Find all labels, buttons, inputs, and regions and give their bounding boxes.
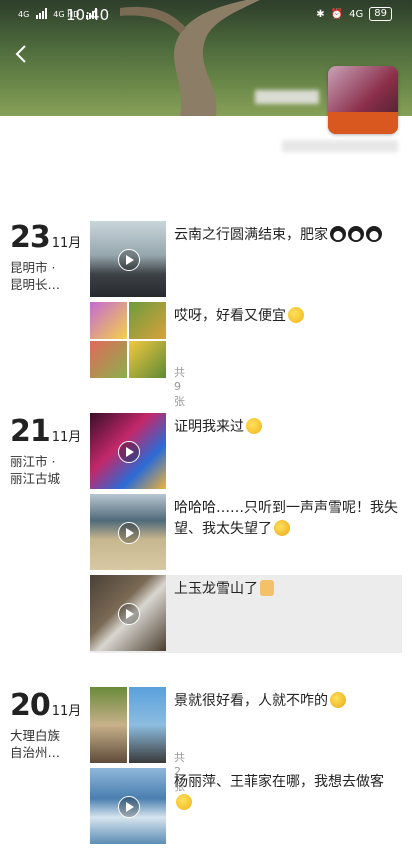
day-number: 21	[10, 414, 51, 449]
back-button[interactable]	[8, 44, 34, 70]
thinking-emoji-icon	[246, 418, 262, 434]
day-number: 20	[10, 688, 51, 723]
day-number: 23	[10, 220, 51, 255]
battery-indicator: 89	[369, 7, 392, 21]
network-label-1: 4G	[18, 10, 30, 19]
status-bar: 4G 4G HD 10:40 ✱ ⏰ 4G 89	[0, 0, 412, 30]
signature-blurred	[282, 140, 398, 152]
photo-grid[interactable]	[90, 302, 166, 378]
penguin-emoji-icon	[330, 226, 346, 242]
photo-grid[interactable]	[90, 687, 166, 763]
play-icon	[118, 249, 140, 271]
month-label: 11月	[51, 430, 82, 445]
play-icon	[118, 603, 140, 625]
video-thumbnail[interactable]	[90, 768, 166, 844]
post-text: 哎呀，好看又便宜	[174, 308, 286, 324]
penguin-emoji-icon	[366, 226, 382, 242]
alarm-icon: ⏰	[330, 8, 344, 20]
date-group-21: 21 11月 丽江市 · 丽江古城	[10, 414, 81, 487]
location-line-1: 昆明市 ·	[10, 260, 56, 275]
month-label: 11月	[51, 704, 82, 719]
date-group-23: 23 11月 昆明市 · 昆明长…	[10, 220, 81, 293]
laughing-emoji-icon	[330, 692, 346, 708]
chevron-left-icon	[15, 45, 26, 63]
crying-laughing-emoji-icon	[274, 520, 290, 536]
video-thumbnail[interactable]	[90, 494, 166, 570]
location-line-2: 昆明长…	[10, 277, 61, 292]
signal-icon	[36, 8, 48, 19]
post-text: 云南之行圆满结束，肥家	[174, 227, 328, 243]
post-text: 上玉龙雪山了	[174, 581, 258, 597]
play-icon	[118, 522, 140, 544]
post-text: 证明我来过	[174, 419, 244, 435]
clock: 10:40	[66, 6, 110, 24]
penguin-emoji-icon	[348, 226, 364, 242]
victory-emoji-icon	[260, 580, 274, 596]
location-line-2: 自治州…	[10, 745, 61, 760]
location-line-1: 大理白族	[10, 728, 61, 743]
bluetooth-icon: ✱	[316, 8, 325, 20]
month-label: 11月	[51, 236, 82, 251]
post-text: 杨丽萍、王菲家在哪，我想去做客	[174, 774, 384, 790]
photo-count: 共9张	[174, 366, 185, 408]
thinking-emoji-icon	[288, 307, 304, 323]
play-icon	[118, 796, 140, 818]
network-label-right: 4G	[349, 8, 364, 20]
post-text: 景就很好看，人就不咋的	[174, 693, 328, 709]
date-group-20: 20 11月 大理白族自治州…	[10, 688, 81, 761]
video-thumbnail[interactable]	[90, 575, 166, 651]
play-icon	[118, 441, 140, 463]
avatar-accent	[328, 112, 398, 134]
user-name-blurred	[255, 90, 319, 104]
video-thumbnail[interactable]	[90, 413, 166, 489]
moment-post[interactable]: 上玉龙雪山了	[90, 575, 402, 653]
location-line-2: 丽江古城	[10, 471, 61, 486]
location-line-1: 丽江市 ·	[10, 454, 56, 469]
video-thumbnail[interactable]	[90, 221, 166, 297]
thinking-emoji-icon	[176, 794, 192, 810]
